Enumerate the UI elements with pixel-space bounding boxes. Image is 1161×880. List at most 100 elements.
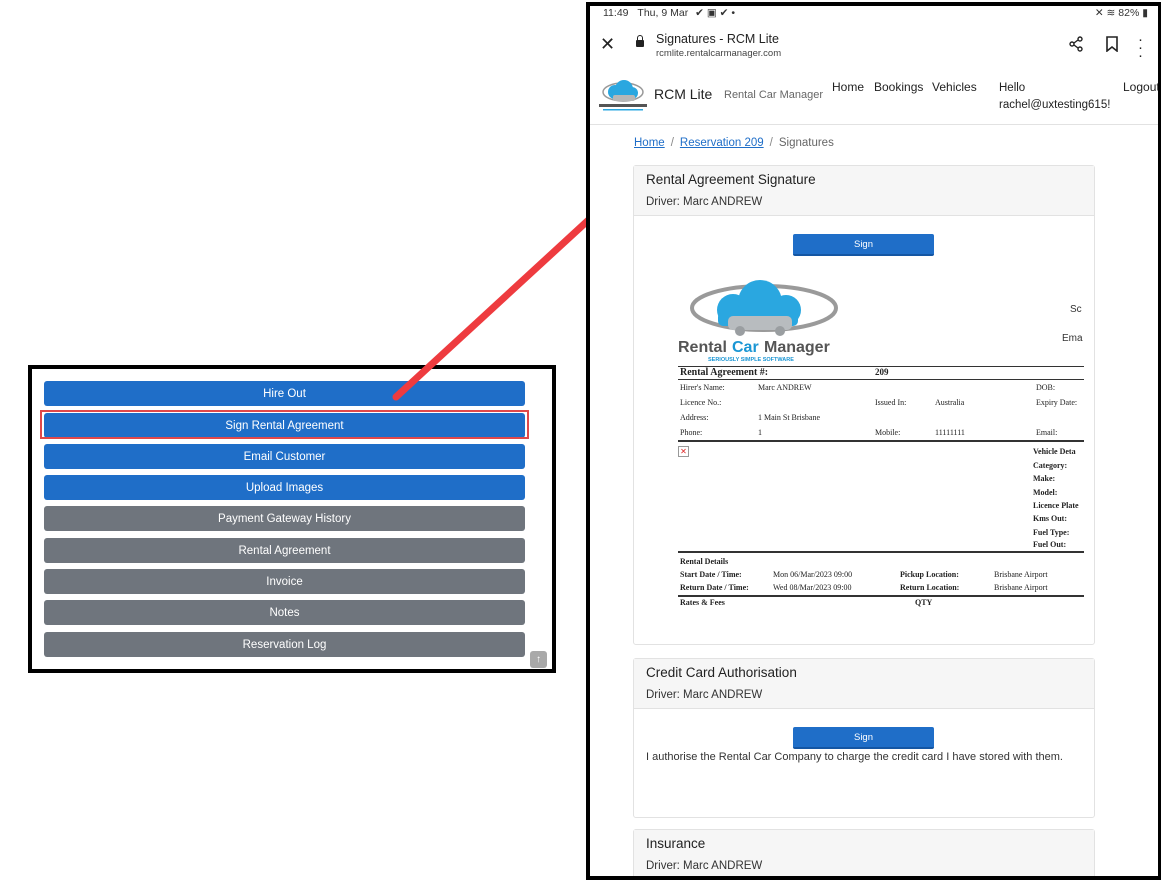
doc-side-sc: Sc bbox=[1070, 304, 1082, 315]
credit-card-authorisation-card: Credit Card Authorisation Driver: Marc A… bbox=[633, 658, 1095, 818]
logo-word-rental: Rental bbox=[678, 339, 727, 356]
card-title: Insurance bbox=[646, 836, 706, 851]
site-header: RCM Lite Rental Car Manager Home Booking… bbox=[590, 68, 1158, 125]
hire-out-button[interactable]: Hire Out bbox=[44, 381, 525, 406]
driver-name: Driver: Marc ANDREW bbox=[646, 689, 763, 701]
share-icon[interactable] bbox=[1068, 36, 1084, 52]
rental-details-title: Rental Details bbox=[680, 557, 729, 566]
rental-agreement-card: Rental Agreement Signature Driver: Marc … bbox=[633, 165, 1095, 645]
phone-label: Phone: bbox=[680, 428, 703, 437]
consent-text: I authorise the Rental Car Company to ch… bbox=[646, 751, 1063, 763]
brand-subtitle: Rental Car Manager bbox=[724, 89, 824, 101]
issued-value: Australia bbox=[935, 398, 965, 407]
return-location-label: Return Location: bbox=[900, 583, 960, 592]
reservation-log-button[interactable]: Reservation Log bbox=[44, 632, 525, 657]
vehicle-field-fuel-type: Fuel Type: bbox=[1033, 528, 1070, 537]
mobile-label: Mobile: bbox=[875, 428, 901, 437]
breadcrumb-home[interactable]: Home bbox=[634, 137, 665, 149]
close-icon[interactable]: ✕ bbox=[600, 34, 615, 55]
wifi-icon: ≋ bbox=[1106, 7, 1116, 19]
hirer-value: Marc ANDREW bbox=[758, 383, 812, 392]
battery-icon: ▮ bbox=[1142, 7, 1148, 19]
action-buttons-panel: Hire Out Sign Rental Agreement Email Cus… bbox=[28, 365, 556, 673]
battery-level: 82% bbox=[1118, 7, 1140, 19]
vehicle-field-make: Make: bbox=[1033, 474, 1056, 483]
rates-title: Rates & Fees bbox=[680, 598, 725, 607]
notes-button[interactable]: Notes bbox=[44, 600, 525, 625]
tablet-screenshot: 11:49 Thu, 9 Mar ✔ ▣ ✔ • ✕ ≋ 82% ▮ ✕ Sig… bbox=[586, 2, 1161, 880]
nav-vehicles[interactable]: Vehicles bbox=[932, 80, 977, 94]
vehicle-field-fuel-out: Fuel Out: bbox=[1033, 540, 1067, 549]
user-greeting: Hello rachel@uxtesting615! bbox=[999, 80, 1110, 114]
hello-label: Hello bbox=[999, 82, 1026, 94]
card-title: Credit Card Authorisation bbox=[646, 665, 797, 680]
rental-agreement-button[interactable]: Rental Agreement bbox=[44, 538, 525, 563]
email-label: Email: bbox=[1036, 428, 1058, 437]
highlight-box bbox=[40, 410, 529, 439]
status-date: Thu, 9 Mar bbox=[637, 7, 689, 19]
rcm-logo-icon[interactable] bbox=[595, 78, 651, 114]
notification-icons: ✔ ▣ ✔ • bbox=[695, 7, 736, 19]
breadcrumb-reservation[interactable]: Reservation 209 bbox=[680, 137, 764, 149]
hirer-label: Hirer's Name: bbox=[680, 383, 725, 392]
bookmark-icon[interactable] bbox=[1105, 36, 1119, 52]
licence-label: Licence No.: bbox=[680, 398, 722, 407]
nav-home[interactable]: Home bbox=[832, 80, 864, 94]
sign-button[interactable]: Sign bbox=[793, 234, 934, 256]
browser-url[interactable]: rcmlite.rentalcarmanager.com bbox=[656, 48, 781, 59]
more-options-icon[interactable]: · · · bbox=[1138, 32, 1143, 63]
return-label: Return Date / Time: bbox=[680, 583, 749, 592]
rental-car-manager-logo: Rental Car Manager SERIOUSLY SIMPLE SOFT… bbox=[678, 280, 838, 363]
logo-tagline: SERIOUSLY SIMPLE SOFTWARE bbox=[708, 357, 794, 363]
upload-images-button[interactable]: Upload Images bbox=[44, 475, 525, 500]
pickup-value: Brisbane Airport bbox=[994, 570, 1048, 579]
doc-side-ema: Ema bbox=[1062, 333, 1083, 344]
status-time: 11:49 bbox=[603, 7, 629, 19]
start-label: Start Date / Time: bbox=[680, 570, 742, 579]
logout-link[interactable]: Logout bbox=[1123, 80, 1158, 94]
breadcrumb: Home / Reservation 209/Signatures bbox=[634, 137, 834, 149]
user-email: rachel@uxtesting615! bbox=[999, 99, 1111, 111]
email-customer-button[interactable]: Email Customer bbox=[44, 444, 525, 469]
vehicle-field-category: Category: bbox=[1033, 461, 1068, 470]
address-label: Address: bbox=[680, 413, 709, 422]
broken-image-icon: ✕ bbox=[678, 446, 689, 457]
rental-agreement-document: Rental Car Manager SERIOUSLY SIMPLE SOFT… bbox=[678, 278, 1084, 608]
browser-bar: ✕ Signatures - RCM Lite rcmlite.rentalca… bbox=[590, 24, 1158, 66]
issued-label: Issued In: bbox=[875, 398, 907, 407]
insurance-card: Insurance Driver: Marc ANDREW bbox=[633, 829, 1095, 876]
logo-word-manager: Manager bbox=[764, 339, 830, 356]
mobile-value: 11111111 bbox=[935, 428, 965, 437]
phone-value: 1 bbox=[758, 428, 762, 437]
agreement-number: 209 bbox=[875, 367, 889, 377]
return-value: Wed 08/Mar/2023 09:00 bbox=[773, 583, 852, 592]
expiry-label: Expiry Date: bbox=[1036, 398, 1078, 407]
browser-page-title: Signatures - RCM Lite bbox=[656, 32, 779, 46]
arrow-up-icon: ↑ bbox=[536, 654, 541, 665]
brand-name[interactable]: RCM Lite bbox=[654, 86, 712, 102]
mute-icon: ✕ bbox=[1094, 7, 1104, 19]
logo-word-car: Car bbox=[732, 339, 759, 356]
qty-header: QTY bbox=[915, 598, 933, 607]
status-bar: 11:49 Thu, 9 Mar ✔ ▣ ✔ • ✕ ≋ 82% ▮ bbox=[590, 6, 1158, 22]
invoice-button[interactable]: Invoice bbox=[44, 569, 525, 594]
breadcrumb-current: Signatures bbox=[778, 137, 834, 149]
driver-name: Driver: Marc ANDREW bbox=[646, 196, 763, 208]
start-value: Mon 06/Mar/2023 09:00 bbox=[773, 570, 853, 579]
nav-bookings[interactable]: Bookings bbox=[874, 80, 923, 94]
card-title: Rental Agreement Signature bbox=[646, 172, 816, 187]
vehicle-field-model: Model: bbox=[1033, 488, 1058, 497]
scroll-to-top-button[interactable]: ↑ bbox=[530, 651, 547, 668]
vehicle-field-kms: Kms Out: bbox=[1033, 514, 1067, 523]
agreement-heading: Rental Agreement #: bbox=[680, 367, 769, 378]
payment-gateway-history-button[interactable]: Payment Gateway History bbox=[44, 506, 525, 531]
vehicle-details-title: Vehicle Deta bbox=[1033, 447, 1076, 456]
driver-name: Driver: Marc ANDREW bbox=[646, 860, 763, 872]
pickup-label: Pickup Location: bbox=[900, 570, 959, 579]
sign-button[interactable]: Sign bbox=[793, 727, 934, 749]
vehicle-field-plate: Licence Plate bbox=[1033, 501, 1079, 510]
dob-label: DOB: bbox=[1036, 383, 1056, 392]
return-location-value: Brisbane Airport bbox=[994, 583, 1048, 592]
address-value: 1 Main St Brisbane bbox=[758, 413, 820, 422]
lock-icon bbox=[636, 35, 644, 47]
